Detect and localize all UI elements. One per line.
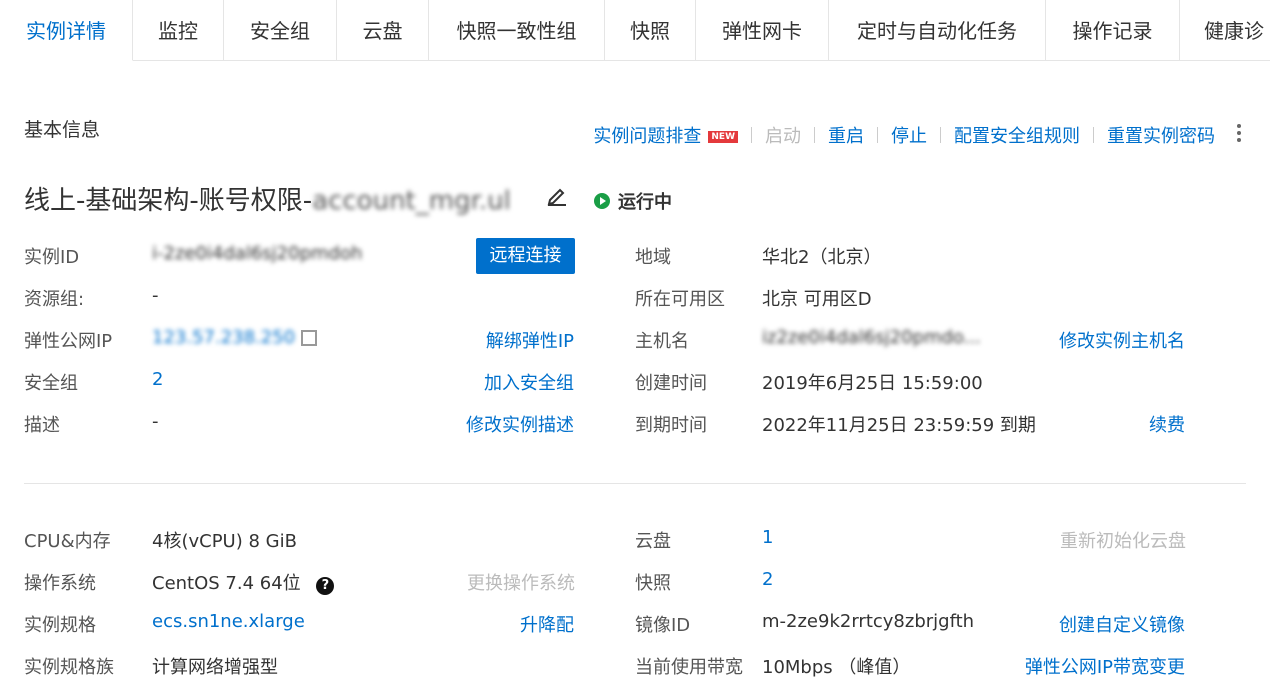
resource-group-label: 资源组: xyxy=(24,289,85,310)
resize-link[interactable]: 升降配 xyxy=(520,611,574,637)
region-label: 地域 xyxy=(635,247,671,268)
bandwidth-label: 当前使用带宽 xyxy=(635,657,743,678)
renew-link[interactable]: 续费 xyxy=(1149,411,1185,437)
snapshot-label: 快照 xyxy=(635,573,671,594)
instance-name-redacted: account_mgr.ul xyxy=(312,186,511,216)
security-group-count[interactable]: 2 xyxy=(152,369,163,390)
created-time-value: 2019年6月25日 15:59:00 xyxy=(762,373,983,394)
tab-eni[interactable]: 弹性网卡 xyxy=(696,0,829,61)
description-label: 描述 xyxy=(24,415,60,436)
description-value: - xyxy=(152,411,159,432)
resource-group-value: - xyxy=(152,285,159,306)
created-time-label: 创建时间 xyxy=(635,373,707,394)
edit-name-icon[interactable] xyxy=(546,186,568,211)
status-text: 运行中 xyxy=(618,192,672,213)
instance-name-prefix: 线上-基础架构-账号权限- xyxy=(24,186,313,216)
instance-type-value[interactable]: ecs.sn1ne.xlarge xyxy=(152,611,305,632)
eip-value[interactable]: 123.57.238.250 xyxy=(152,327,295,348)
section-title: 基本信息 xyxy=(24,119,101,141)
reset-password-link[interactable]: 重置实例密码 xyxy=(1107,122,1215,148)
tab-monitoring[interactable]: 监控 xyxy=(133,0,224,61)
tab-health-diagnosis[interactable]: 健康诊 xyxy=(1180,0,1270,61)
tab-scheduled-tasks[interactable]: 定时与自动化任务 xyxy=(829,0,1046,61)
tab-disks[interactable]: 云盘 xyxy=(337,0,429,61)
tab-snapshot-consistency-groups[interactable]: 快照一致性组 xyxy=(429,0,605,61)
instance-family-label: 实例规格族 xyxy=(24,657,114,678)
cpu-memory-value: 4核(vCPU) 8 GiB xyxy=(152,531,297,552)
tab-snapshots[interactable]: 快照 xyxy=(605,0,696,61)
divider xyxy=(1093,127,1094,143)
reinit-disk-link[interactable]: 重新初始化云盘 xyxy=(1060,527,1186,553)
divider xyxy=(751,127,752,143)
os-value-wrap: CentOS 7.4 64位 ? xyxy=(152,569,335,595)
divider xyxy=(814,127,815,143)
instance-id-value: i-2ze0i4dal6sj20pmdoh xyxy=(152,243,363,264)
eip-value-wrap: 123.57.238.250 xyxy=(152,327,318,348)
snapshot-count[interactable]: 2 xyxy=(762,569,773,590)
zone-value: 北京 可用区D xyxy=(762,289,872,310)
unbind-eip-link[interactable]: 解绑弹性IP xyxy=(486,327,574,353)
change-os-link[interactable]: 更换操作系统 xyxy=(467,569,575,595)
remote-connect-button[interactable]: 远程连接 xyxy=(476,238,575,274)
status-badge: 运行中 xyxy=(594,188,672,214)
divider xyxy=(877,127,878,143)
security-group-label: 安全组 xyxy=(24,373,78,394)
region-value: 华北2（北京） xyxy=(762,247,882,268)
disk-label: 云盘 xyxy=(635,531,671,552)
hostname-value: iz2ze0i4dal6sj20pmdo... xyxy=(762,327,981,348)
action-bar: 实例问题排查 NEW 启动 重启 停止 配置安全组规则 重置实例密码 xyxy=(593,122,1215,148)
hostname-label: 主机名 xyxy=(635,331,689,352)
stop-link[interactable]: 停止 xyxy=(891,122,927,148)
restart-link[interactable]: 重启 xyxy=(828,122,864,148)
tab-security-groups[interactable]: 安全组 xyxy=(224,0,337,61)
help-icon[interactable]: ? xyxy=(316,577,335,595)
instance-name: 线上-基础架构-账号权限-account_mgr.ul xyxy=(24,180,511,217)
section-divider xyxy=(24,483,1246,484)
instance-family-value: 计算网络增强型 xyxy=(152,657,278,678)
troubleshoot-link[interactable]: 实例问题排查 NEW xyxy=(593,122,738,148)
edit-hostname-link[interactable]: 修改实例主机名 xyxy=(1059,327,1185,353)
configure-sg-rules-link[interactable]: 配置安全组规则 xyxy=(954,122,1080,148)
tab-bar: 实例详情 监控 安全组 云盘 快照一致性组 快照 弹性网卡 定时与自动化任务 操… xyxy=(0,0,1270,61)
instance-type-label: 实例规格 xyxy=(24,615,96,636)
external-link-icon[interactable] xyxy=(301,330,318,346)
cpu-memory-label: CPU&内存 xyxy=(24,531,111,552)
expire-time-value: 2022年11月25日 23:59:59 到期 xyxy=(762,415,1036,436)
divider xyxy=(940,127,941,143)
expire-time-label: 到期时间 xyxy=(635,415,707,436)
image-id-label: 镜像ID xyxy=(635,615,691,636)
edit-description-link[interactable]: 修改实例描述 xyxy=(466,411,574,437)
image-id-value: m-2ze9k2rrtcy8zbrjgfth xyxy=(762,611,975,632)
instance-id-label: 实例ID xyxy=(24,247,80,268)
join-sg-link[interactable]: 加入安全组 xyxy=(484,369,574,395)
zone-label: 所在可用区 xyxy=(635,289,725,310)
new-badge: NEW xyxy=(708,131,738,143)
bandwidth-value: 10Mbps （峰值） xyxy=(762,657,911,678)
create-image-link[interactable]: 创建自定义镜像 xyxy=(1059,611,1185,637)
disk-count[interactable]: 1 xyxy=(762,527,773,548)
eip-label: 弹性公网IP xyxy=(24,331,113,352)
tab-instance-details[interactable]: 实例详情 xyxy=(0,0,133,61)
tab-operation-logs[interactable]: 操作记录 xyxy=(1046,0,1180,61)
running-icon xyxy=(594,193,610,209)
eip-bandwidth-change-link[interactable]: 弹性公网IP带宽变更 xyxy=(1025,653,1185,679)
start-link[interactable]: 启动 xyxy=(765,122,801,148)
more-actions-icon[interactable] xyxy=(1236,124,1242,145)
os-value: CentOS 7.4 64位 xyxy=(152,573,301,594)
os-label: 操作系统 xyxy=(24,573,96,594)
